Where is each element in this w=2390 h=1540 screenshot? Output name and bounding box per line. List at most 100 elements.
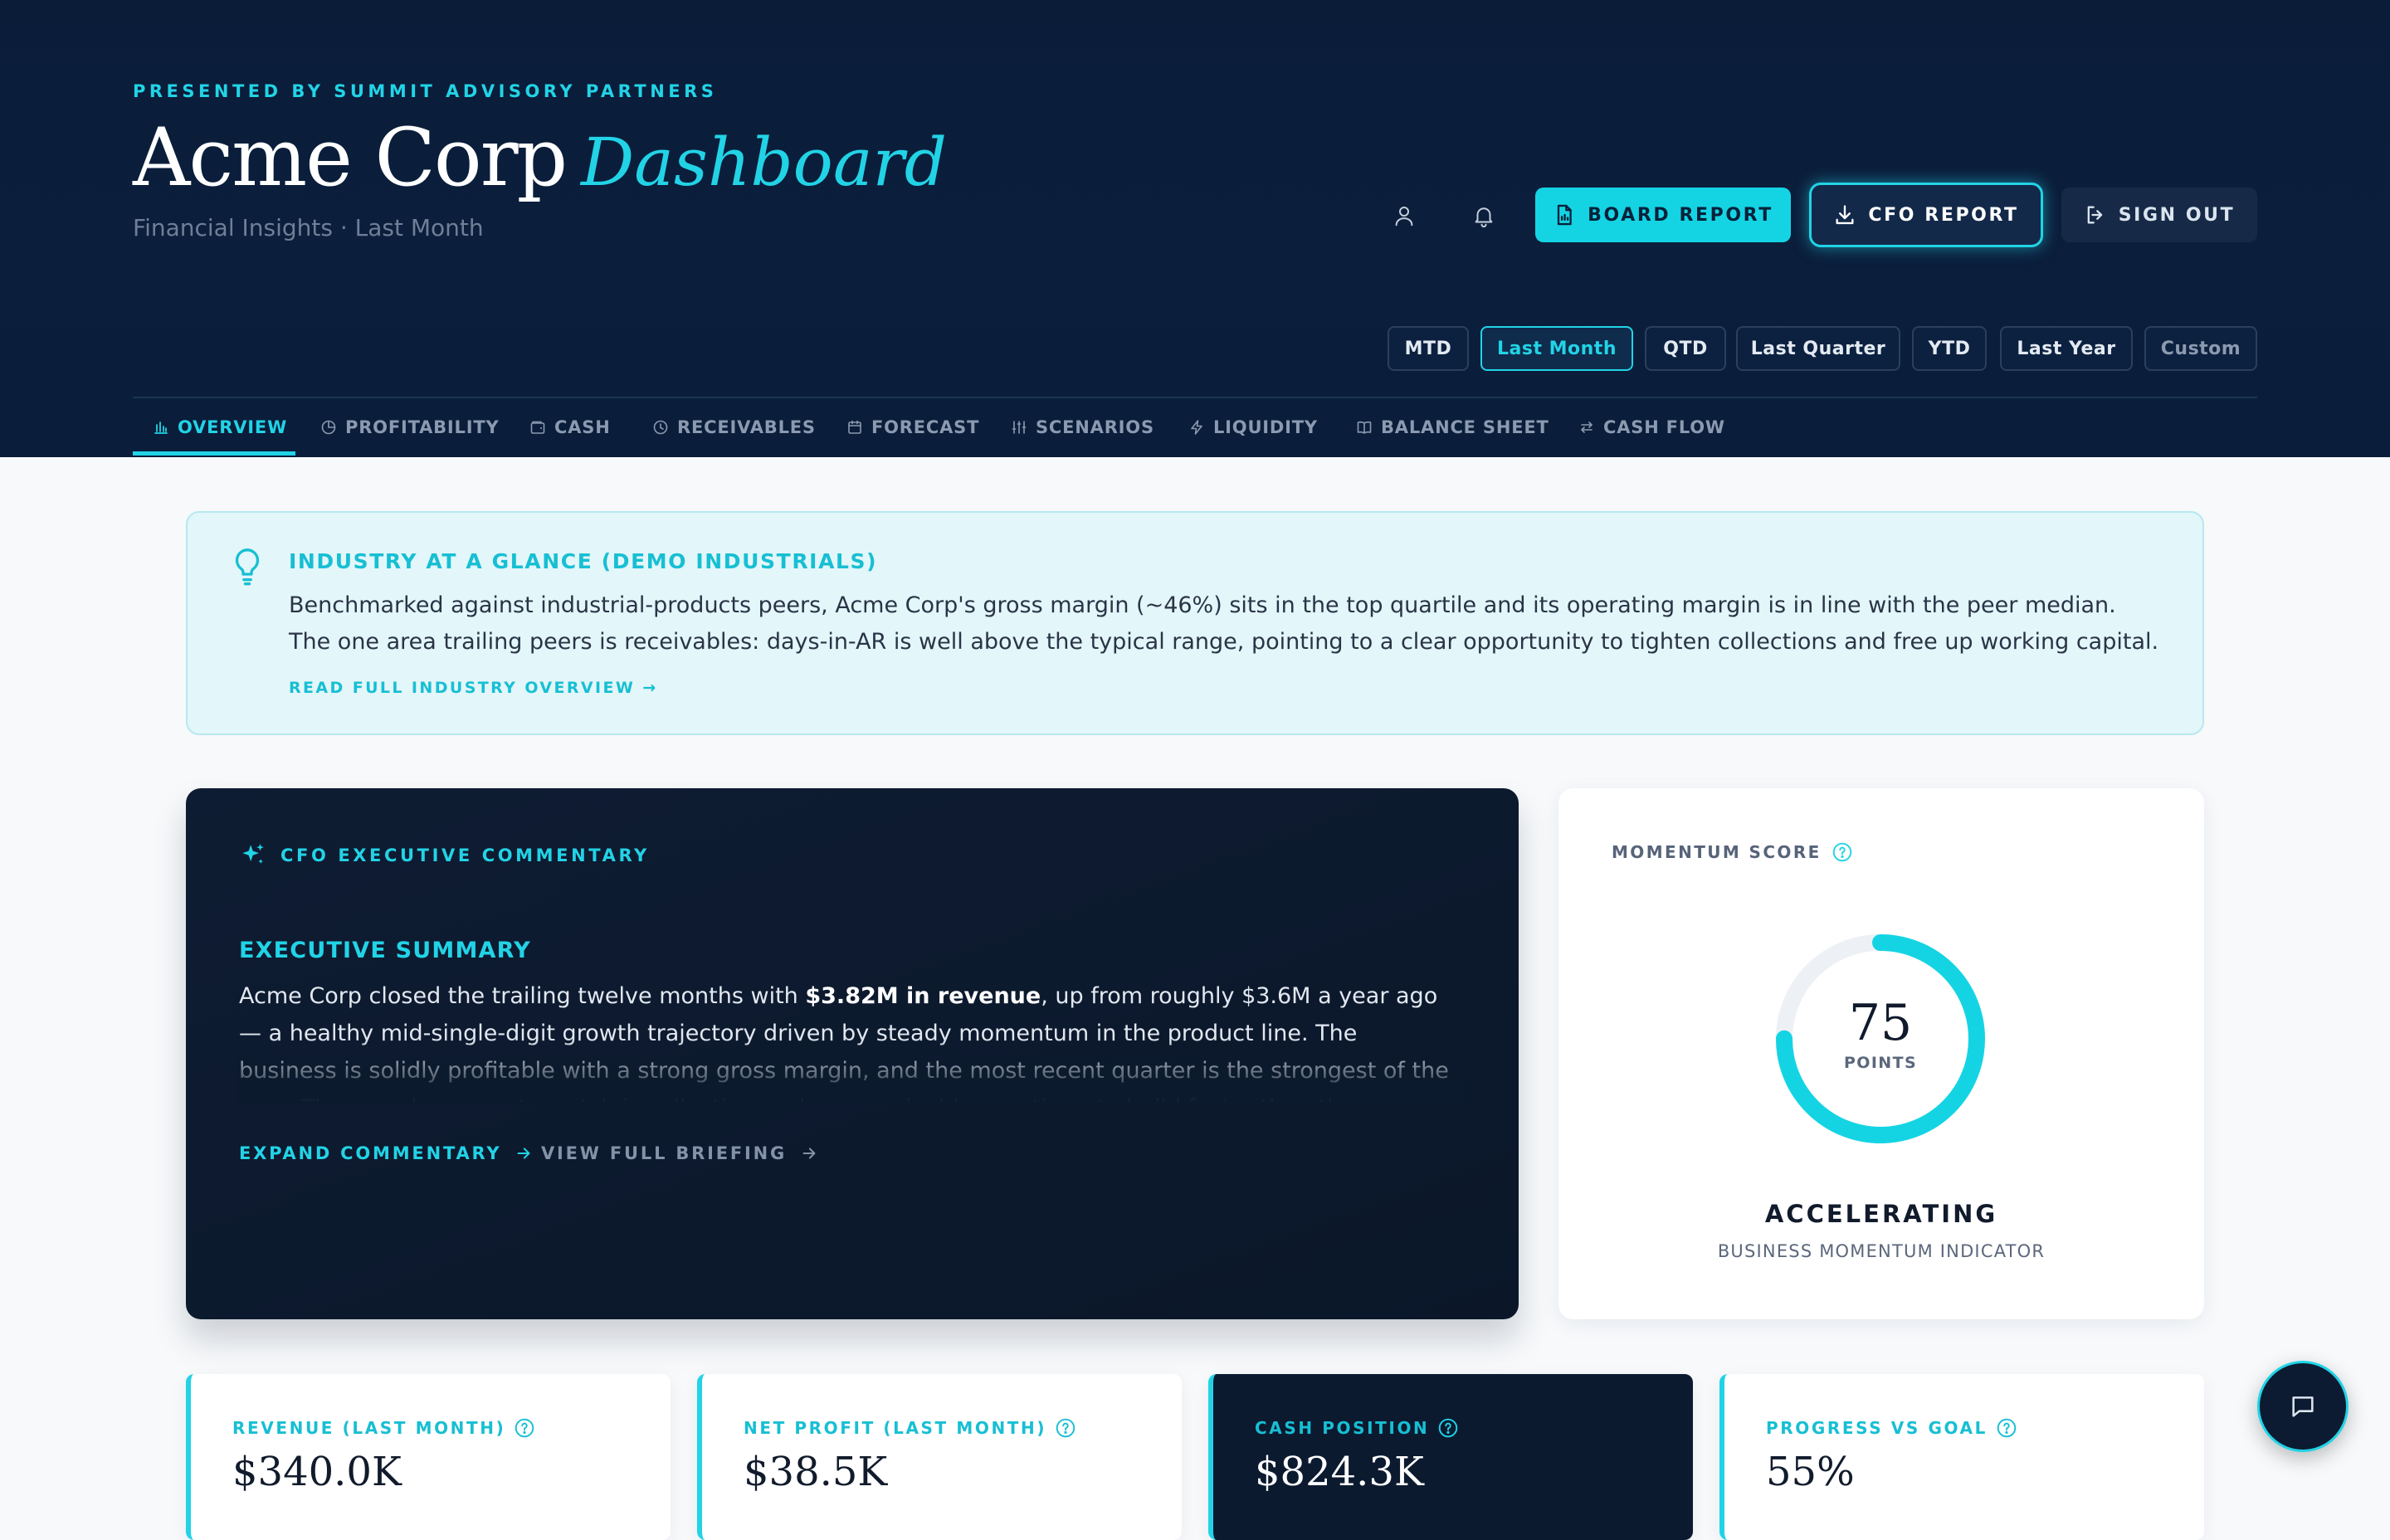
- sign-out-button[interactable]: SIGN OUT: [2061, 188, 2257, 242]
- kpi-progress-label: PROGRESS VS GOAL: [1766, 1418, 1988, 1438]
- help-circle-icon[interactable]: [514, 1417, 535, 1439]
- sliders-icon: [1012, 421, 1027, 434]
- momentum-score-value: 75: [1848, 994, 1913, 1052]
- kpi-progress-heading: PROGRESS VS GOAL: [1766, 1417, 2017, 1439]
- sign-out-icon: [2087, 206, 2102, 224]
- commentary-fade-overlay: [236, 1037, 1464, 1105]
- period-qtd[interactable]: QTD: [1645, 326, 1726, 371]
- bar-chart-icon: [154, 422, 168, 434]
- user-profile-button[interactable]: [1384, 196, 1424, 236]
- tab-forecast-label: FORECAST: [871, 417, 980, 437]
- cfo-eyebrow-label: CFO EXECUTIVE COMMENTARY: [280, 846, 650, 865]
- read-industry-overview-link[interactable]: READ FULL INDUSTRY OVERVIEW →: [289, 679, 658, 697]
- kpi-revenue-label: REVENUE (LAST MONTH): [232, 1418, 506, 1438]
- tab-receivables-label: RECEIVABLES: [677, 417, 816, 437]
- momentum-subtitle: BUSINESS MOMENTUM INDICATOR: [1717, 1241, 2046, 1261]
- notifications-button[interactable]: [1464, 196, 1504, 236]
- kpi-cash-heading: CASH POSITION: [1255, 1417, 1459, 1439]
- company-name: Acme Corp: [133, 111, 568, 204]
- help-circle-icon[interactable]: [1832, 841, 1853, 863]
- chat-button[interactable]: [2257, 1361, 2349, 1452]
- period-custom[interactable]: Custom: [2144, 326, 2257, 371]
- tab-scenarios[interactable]: SCENARIOS: [1011, 398, 1154, 456]
- industry-overview-banner: INDUSTRY AT A GLANCE (DEMO INDUSTRIALS) …: [186, 511, 2204, 735]
- tab-cash-label: CASH: [554, 417, 611, 437]
- wallet-icon: [530, 421, 545, 434]
- dashboard-header: PRESENTED BY SUMMIT ADVISORY PARTNERS Ac…: [0, 0, 2390, 457]
- kpi-progress-value: 55%: [1766, 1449, 1855, 1495]
- page-title: Acme Corp Dashboard: [133, 111, 947, 211]
- board-report-button[interactable]: BOARD REPORT: [1535, 188, 1791, 242]
- tab-cash[interactable]: CASH: [529, 398, 611, 456]
- view-full-briefing-link[interactable]: VIEW FULL BRIEFING: [541, 1143, 818, 1163]
- kpi-card-progress-vs-goal[interactable]: PROGRESS VS GOAL 55%: [1719, 1374, 2204, 1540]
- sign-out-label: SIGN OUT: [2118, 204, 2236, 226]
- calendar-icon: [848, 420, 861, 434]
- help-circle-icon[interactable]: [1437, 1417, 1459, 1439]
- kpi-card-net-profit[interactable]: NET PROFIT (LAST MONTH) $38.5K: [697, 1374, 1182, 1540]
- tab-profitability-label: PROFITABILITY: [345, 417, 500, 437]
- tab-receivables[interactable]: RECEIVABLES: [652, 398, 816, 456]
- cfo-report-label: CFO REPORT: [1868, 204, 2019, 226]
- tab-overview[interactable]: OVERVIEW: [153, 398, 287, 456]
- period-last-year[interactable]: Last Year: [2000, 326, 2133, 371]
- tab-balance-sheet-label: BALANCE SHEET: [1381, 417, 1549, 437]
- active-tab-indicator: [133, 451, 295, 456]
- bell-icon: [1475, 207, 1493, 228]
- user-icon: [1395, 207, 1413, 227]
- period-ytd[interactable]: YTD: [1912, 326, 1987, 371]
- kpi-card-cash-position[interactable]: CASH POSITION $824.3K: [1208, 1374, 1693, 1540]
- board-report-label: BOARD REPORT: [1588, 204, 1773, 226]
- tab-cash-flow[interactable]: CASH FLOW: [1578, 398, 1725, 456]
- momentum-score-unit: POINTS: [1843, 1054, 1918, 1072]
- sparkle-icon: [242, 843, 264, 864]
- period-last-month[interactable]: Last Month: [1480, 326, 1633, 371]
- tab-scenarios-label: SCENARIOS: [1036, 417, 1154, 437]
- tab-forecast[interactable]: FORECAST: [846, 398, 979, 456]
- tab-liquidity[interactable]: LIQUIDITY: [1188, 398, 1318, 456]
- kpi-net-profit-heading: NET PROFIT (LAST MONTH): [744, 1417, 1076, 1439]
- tab-profitability[interactable]: PROFITABILITY: [320, 398, 499, 456]
- cfo-report-button[interactable]: CFO REPORT: [1809, 183, 2043, 247]
- summary-text-start: Acme Corp closed the trailing twelve mon…: [239, 983, 806, 1009]
- cfo-commentary-heading: CFO EXECUTIVE COMMENTARY: [239, 841, 650, 870]
- lightbulb-icon: [235, 548, 260, 586]
- tab-liquidity-label: LIQUIDITY: [1213, 417, 1318, 437]
- momentum-score-heading: MOMENTUM SCORE: [1612, 841, 1853, 863]
- report-document-icon: [1557, 204, 1572, 226]
- expand-commentary-link[interactable]: EXPAND COMMENTARY: [239, 1143, 533, 1163]
- help-circle-icon[interactable]: [1055, 1417, 1076, 1439]
- help-circle-icon[interactable]: [1996, 1417, 2017, 1439]
- book-icon: [1357, 421, 1372, 434]
- tab-overview-label: OVERVIEW: [178, 417, 288, 437]
- kpi-revenue-value: $340.0K: [232, 1449, 402, 1495]
- tab-balance-sheet[interactable]: BALANCE SHEET: [1356, 398, 1549, 456]
- download-icon: [1836, 205, 1854, 225]
- arrow-right-icon: [802, 1148, 816, 1159]
- title-accent: Dashboard: [581, 124, 947, 201]
- pie-chart-icon: [321, 420, 336, 435]
- clock-icon: [653, 420, 668, 435]
- momentum-score-label: MOMENTUM SCORE: [1612, 842, 1822, 862]
- kpi-cash-value: $824.3K: [1255, 1449, 1424, 1495]
- momentum-status: ACCELERATING: [1764, 1200, 1998, 1228]
- industry-summary: Benchmarked against industrial-products …: [289, 592, 2159, 655]
- expand-commentary-label: EXPAND COMMENTARY: [239, 1143, 502, 1163]
- industry-title: INDUSTRY AT A GLANCE (DEMO INDUSTRIALS): [289, 549, 878, 573]
- period-last-quarter[interactable]: Last Quarter: [1736, 326, 1900, 371]
- cfo-commentary-card: CFO EXECUTIVE COMMENTARY EXECUTIVE SUMMA…: [186, 788, 1519, 1319]
- lightning-icon: [1191, 420, 1202, 435]
- presenter-eyebrow: PRESENTED BY SUMMIT ADVISORY PARTNERS: [133, 81, 718, 101]
- arrows-exchange-icon: [1581, 422, 1593, 433]
- arrow-right-icon: [517, 1148, 530, 1159]
- period-mtd[interactable]: MTD: [1388, 326, 1469, 371]
- kpi-card-revenue[interactable]: REVENUE (LAST MONTH) $340.0K: [186, 1374, 671, 1540]
- kpi-net-profit-label: NET PROFIT (LAST MONTH): [744, 1418, 1047, 1438]
- kpi-cash-label: CASH POSITION: [1255, 1418, 1430, 1438]
- view-full-briefing-label: VIEW FULL BRIEFING: [541, 1143, 788, 1163]
- kpi-revenue-heading: REVENUE (LAST MONTH): [232, 1417, 535, 1439]
- momentum-score-card: MOMENTUM SCORE 75 POINTS ACCELERATING BU…: [1558, 788, 2204, 1319]
- tab-cash-flow-label: CASH FLOW: [1603, 417, 1725, 437]
- executive-summary-title: EXECUTIVE SUMMARY: [239, 938, 531, 963]
- chat-bubble-icon: [2292, 1396, 2314, 1417]
